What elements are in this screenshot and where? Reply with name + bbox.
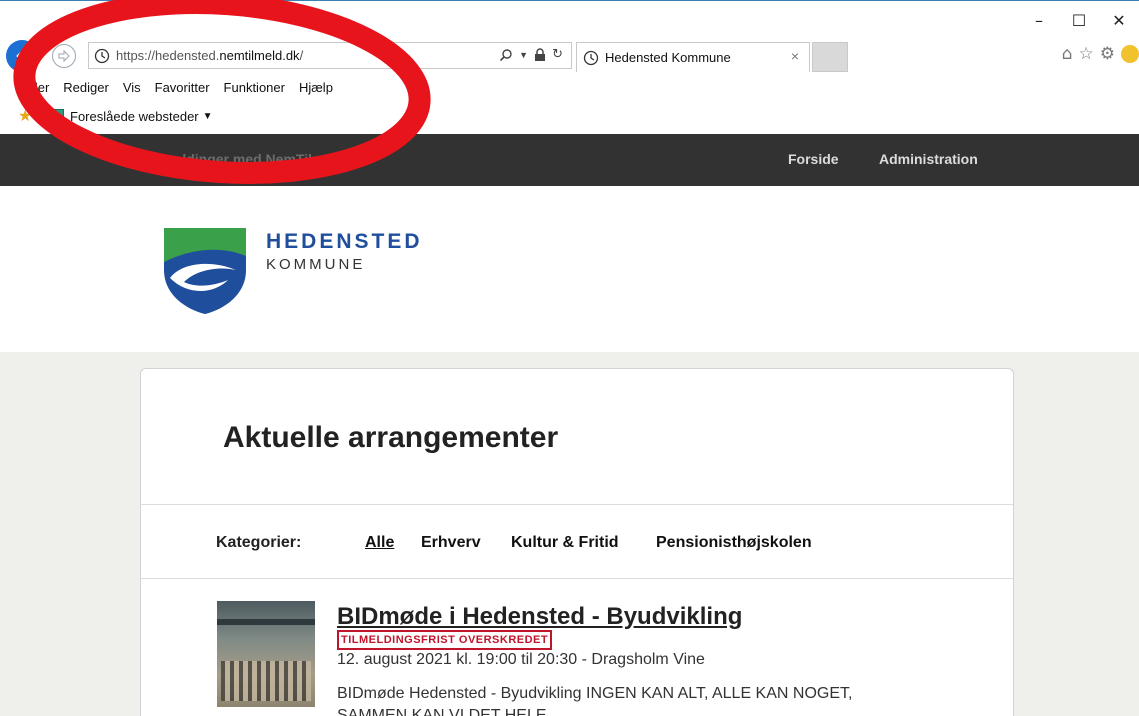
- address-bar-tools: ▼ ↻: [499, 47, 563, 62]
- logo-text-kommune: KOMMUNE: [266, 256, 366, 273]
- home-icon[interactable]: ⌂: [1062, 44, 1073, 64]
- menu-bar: Filer Rediger Vis Favoritter Funktioner …: [0, 78, 340, 100]
- logo-text-hedensted: HEDENSTED: [266, 230, 423, 253]
- page-clock-icon: [94, 48, 110, 63]
- arrow-left-icon: [16, 49, 25, 63]
- menu-filer[interactable]: Filer: [0, 78, 56, 100]
- forward-button[interactable]: [52, 44, 76, 68]
- minimize-button[interactable]: –: [1019, 6, 1059, 34]
- nav-administration[interactable]: Administration: [879, 151, 978, 167]
- category-alle[interactable]: Alle: [365, 534, 394, 552]
- close-window-button[interactable]: ✕: [1099, 6, 1139, 34]
- thumbnail-beam: [217, 619, 315, 625]
- hedensted-shield-icon: [164, 228, 246, 314]
- refresh-icon[interactable]: ↻: [552, 47, 563, 62]
- menu-favoritter[interactable]: Favoritter: [148, 78, 217, 100]
- categories-label: Kategorier:: [216, 534, 302, 551]
- category-kultur-fritid[interactable]: Kultur & Fritid: [511, 534, 619, 552]
- tab-clock-icon: [583, 50, 599, 65]
- favorites-star-icon[interactable]: ☆: [1079, 44, 1094, 64]
- new-tab-button[interactable]: [812, 42, 848, 72]
- window-controls: – ☐ ✕: [1019, 6, 1139, 34]
- window-top-border: [0, 0, 1139, 1]
- page-title: Aktuelle arrangementer: [223, 421, 559, 454]
- lock-icon[interactable]: [534, 47, 546, 62]
- event-description-continued: SAMMEN KAN VI DET HELE: [337, 707, 547, 716]
- category-filter: Kategorier: Alle Erhverv Kultur & Fritid…: [141, 505, 1013, 579]
- tab-title: Hedensted Kommune: [605, 50, 731, 65]
- thumbnail-audience: [221, 661, 311, 701]
- menu-funktioner[interactable]: Funktioner: [217, 78, 292, 100]
- favorites-bar: ★ Foreslåede websteder ▼: [0, 104, 213, 128]
- menu-rediger[interactable]: Rediger: [56, 78, 116, 100]
- event-title-link[interactable]: BIDmøde i Hedensted - Byudvikling: [337, 603, 742, 631]
- card-header: Aktuelle arrangementer: [141, 369, 1013, 505]
- site-navbar: Tilmeldinger med NemTilmeld Forside Admi…: [0, 134, 1139, 186]
- chevron-down-icon[interactable]: ▼: [203, 111, 213, 122]
- gear-icon[interactable]: ⚙: [1100, 44, 1115, 64]
- arrow-right-icon: [58, 49, 70, 63]
- back-button[interactable]: [6, 40, 38, 72]
- browser-navigation-row: https://hedensted.nemtilmeld.dk/ ▼ ↻ Hed…: [0, 36, 1139, 76]
- address-bar[interactable]: https://hedensted.nemtilmeld.dk/ ▼ ↻: [88, 42, 572, 69]
- suggested-sites-icon: [48, 109, 64, 123]
- browser-toolbar-icons: ⌂ ☆ ⚙: [1062, 44, 1139, 64]
- site-brand[interactable]: Tilmeldinger med NemTilmeld: [146, 151, 345, 167]
- deadline-passed-badge: TILMELDINGSFRIST OVERSKREDET: [337, 630, 553, 650]
- smiley-feedback-icon[interactable]: [1121, 45, 1139, 63]
- tab-hedensted-kommune[interactable]: Hedensted Kommune ×: [576, 42, 810, 72]
- menu-vis[interactable]: Vis: [116, 78, 148, 100]
- add-favorite-star-icon[interactable]: ★: [18, 106, 42, 126]
- address-url: https://hedensted.nemtilmeld.dk/: [116, 48, 304, 63]
- search-icon[interactable]: [499, 48, 513, 62]
- search-dropdown-icon[interactable]: ▼: [519, 50, 528, 60]
- event-thumbnail[interactable]: [217, 601, 315, 707]
- category-pensionisthojskolen[interactable]: Pensionisthøjskolen: [656, 534, 812, 552]
- event-description: BIDmøde Hedensted - Byudvikling INGEN KA…: [337, 685, 853, 702]
- menu-hjaelp[interactable]: Hjælp: [292, 78, 340, 100]
- tab-close-button[interactable]: ×: [791, 48, 799, 64]
- maximize-button[interactable]: ☐: [1059, 6, 1099, 34]
- nav-forside[interactable]: Forside: [788, 151, 839, 167]
- suggested-sites-link[interactable]: Foreslåede websteder: [70, 109, 199, 124]
- category-erhverv[interactable]: Erhverv: [421, 534, 481, 552]
- event-date: 12. august 2021 kl. 19:00 til 20:30 - Dr…: [337, 651, 705, 668]
- hedensted-logo[interactable]: HEDENSTED KOMMUNE: [162, 226, 472, 314]
- events-card: Aktuelle arrangementer Kategorier: Alle …: [140, 368, 1014, 716]
